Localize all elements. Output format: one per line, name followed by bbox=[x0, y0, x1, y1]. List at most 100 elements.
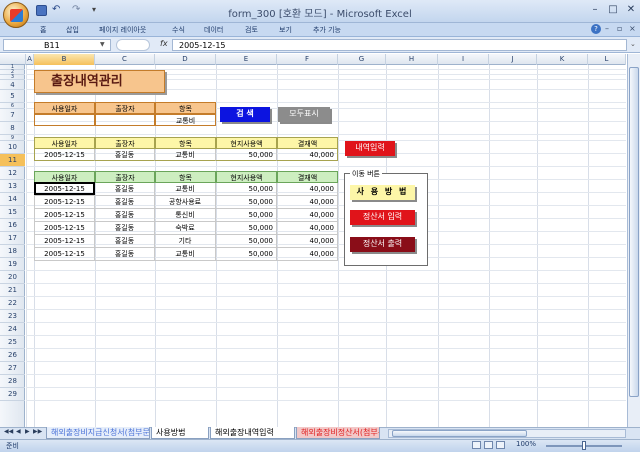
list-local-amount-cell[interactable]: 50,000 bbox=[216, 222, 277, 235]
column-header-l[interactable]: L bbox=[588, 54, 626, 65]
maximize-window-button[interactable]: □ bbox=[606, 4, 620, 16]
row-header-15[interactable]: 15 bbox=[0, 206, 25, 219]
column-header-j[interactable]: J bbox=[489, 54, 537, 65]
row-header-11[interactable]: 11 bbox=[0, 154, 25, 167]
column-header-f[interactable]: F bbox=[277, 54, 338, 65]
name-box[interactable]: B11 bbox=[3, 39, 111, 51]
list-local-amount-cell[interactable]: 50,000 bbox=[216, 209, 277, 222]
list-traveler-cell[interactable]: 홍길동 bbox=[95, 183, 155, 196]
row-header-22[interactable]: 22 bbox=[0, 297, 25, 310]
expand-formula-bar-icon[interactable]: ⌄ bbox=[630, 40, 636, 48]
list-date-cell[interactable]: 2005-12-15 bbox=[34, 222, 95, 235]
search-item-cell[interactable]: 교통비 bbox=[155, 114, 216, 126]
list-item-cell[interactable]: 교통비 bbox=[155, 248, 216, 261]
tab-page-layout[interactable]: 페이지 레이아웃 bbox=[99, 25, 146, 35]
column-header-g[interactable]: G bbox=[338, 54, 386, 65]
entry-local-amount-cell[interactable]: 50,000 bbox=[216, 149, 277, 161]
tab-add-ins[interactable]: 추가 기능 bbox=[313, 25, 341, 35]
column-header-k[interactable]: K bbox=[537, 54, 588, 65]
list-local-amount-cell[interactable]: 50,000 bbox=[216, 248, 277, 261]
list-local-amount-cell[interactable]: 50,000 bbox=[216, 183, 277, 196]
row-header-19[interactable]: 19 bbox=[0, 258, 25, 271]
list-date-cell[interactable]: 2005-12-15 bbox=[34, 235, 95, 248]
row-header-27[interactable]: 27 bbox=[0, 362, 25, 375]
list-traveler-cell[interactable]: 홍길동 bbox=[95, 235, 155, 248]
sheet-tab-usage[interactable]: 사용방법 bbox=[151, 427, 209, 439]
row-header-21[interactable]: 21 bbox=[0, 284, 25, 297]
tab-insert[interactable]: 삽입 bbox=[66, 25, 79, 35]
row-header-5[interactable]: 5 bbox=[0, 90, 25, 103]
list-traveler-cell[interactable]: 홍길동 bbox=[95, 196, 155, 209]
minimize-window-button[interactable]: – bbox=[588, 4, 602, 16]
search-button[interactable]: 검 색 bbox=[220, 107, 270, 122]
row-header-23[interactable]: 23 bbox=[0, 310, 25, 323]
row-header-10[interactable]: 10 bbox=[0, 141, 25, 154]
vertical-scroll-thumb[interactable] bbox=[629, 67, 639, 397]
help-icon[interactable]: ? bbox=[591, 24, 601, 34]
column-header-a[interactable]: A bbox=[26, 54, 34, 65]
row-header-16[interactable]: 16 bbox=[0, 219, 25, 232]
tab-view[interactable]: 보기 bbox=[279, 25, 292, 35]
column-header-c[interactable]: C bbox=[95, 54, 155, 65]
row-header-28[interactable]: 28 bbox=[0, 375, 25, 388]
row-header-12[interactable]: 12 bbox=[0, 167, 25, 180]
tab-formulas[interactable]: 수식 bbox=[172, 25, 185, 35]
list-settled-amount-cell[interactable]: 40,000 bbox=[277, 222, 338, 235]
list-item-cell[interactable]: 숙박료 bbox=[155, 222, 216, 235]
row-header-7[interactable]: 7 bbox=[0, 109, 25, 122]
horizontal-scroll-thumb[interactable] bbox=[392, 430, 527, 437]
tab-home[interactable]: 홈 bbox=[40, 25, 46, 35]
sheet-tab-trip-entry[interactable]: 해외출장내역입력 bbox=[210, 427, 295, 439]
enter-record-button[interactable]: 내역입력 bbox=[345, 141, 395, 156]
row-header-20[interactable]: 20 bbox=[0, 271, 25, 284]
sheet-tab-settlement[interactable]: 해외출장비정산서(첨부문서) bbox=[296, 427, 380, 439]
column-header-b[interactable]: B bbox=[34, 54, 95, 65]
formula-input[interactable]: 2005-12-15 bbox=[172, 39, 627, 51]
list-settled-amount-cell[interactable]: 40,000 bbox=[277, 248, 338, 261]
entry-item-cell[interactable]: 교통비 bbox=[155, 149, 216, 161]
row-header-24[interactable]: 24 bbox=[0, 323, 25, 336]
row-header-18[interactable]: 18 bbox=[0, 245, 25, 258]
zoom-level[interactable]: 100% bbox=[516, 440, 536, 448]
settlement-output-button[interactable]: 정산서 출력 bbox=[350, 237, 415, 252]
row-header-29[interactable]: 29 bbox=[0, 388, 25, 401]
entry-settled-amount-cell[interactable]: 40,000 bbox=[277, 149, 338, 161]
search-traveler-cell[interactable] bbox=[95, 114, 155, 126]
chevron-down-icon[interactable]: ▼ bbox=[100, 41, 105, 48]
row-header-17[interactable]: 17 bbox=[0, 232, 25, 245]
list-date-cell[interactable]: 2005-12-15 bbox=[34, 248, 95, 261]
normal-view-icon[interactable] bbox=[472, 441, 481, 449]
row-header-26[interactable]: 26 bbox=[0, 349, 25, 362]
prev-sheet-icon[interactable]: ◀ bbox=[16, 428, 21, 435]
list-traveler-cell[interactable]: 홍길동 bbox=[95, 222, 155, 235]
page-layout-view-icon[interactable] bbox=[484, 441, 493, 449]
list-date-cell[interactable]: 2005-12-15 bbox=[34, 196, 95, 209]
workbook-restore-button[interactable]: ▫ bbox=[617, 24, 622, 33]
list-item-cell[interactable]: 통신비 bbox=[155, 209, 216, 222]
page-break-view-icon[interactable] bbox=[496, 441, 505, 449]
list-local-amount-cell[interactable]: 50,000 bbox=[216, 196, 277, 209]
entry-traveler-cell[interactable]: 홍길동 bbox=[95, 149, 155, 161]
list-item-cell[interactable]: 교통비 bbox=[155, 183, 216, 196]
tab-data[interactable]: 데이터 bbox=[204, 25, 223, 35]
list-item-cell[interactable]: 공항사용료 bbox=[155, 196, 216, 209]
list-settled-amount-cell[interactable]: 40,000 bbox=[277, 209, 338, 222]
search-date-cell[interactable] bbox=[34, 114, 95, 126]
workbook-close-button[interactable]: × bbox=[629, 24, 636, 33]
list-settled-amount-cell[interactable]: 40,000 bbox=[277, 183, 338, 196]
tab-review[interactable]: 검토 bbox=[245, 25, 258, 35]
row-header-25[interactable]: 25 bbox=[0, 336, 25, 349]
column-header-i[interactable]: I bbox=[438, 54, 489, 65]
list-settled-amount-cell[interactable]: 40,000 bbox=[277, 196, 338, 209]
column-header-d[interactable]: D bbox=[155, 54, 216, 65]
list-traveler-cell[interactable]: 홍길동 bbox=[95, 209, 155, 222]
list-settled-amount-cell[interactable]: 40,000 bbox=[277, 235, 338, 248]
last-sheet-icon[interactable]: ▶▶ bbox=[33, 428, 42, 435]
row-header-14[interactable]: 14 bbox=[0, 193, 25, 206]
column-header-h[interactable]: H bbox=[386, 54, 438, 65]
column-header-e[interactable]: E bbox=[216, 54, 277, 65]
close-window-button[interactable]: ✕ bbox=[624, 4, 638, 16]
office-button[interactable] bbox=[3, 2, 29, 28]
insert-function-icon[interactable]: fx bbox=[160, 39, 168, 48]
row-header-4[interactable]: 4 bbox=[0, 80, 25, 90]
